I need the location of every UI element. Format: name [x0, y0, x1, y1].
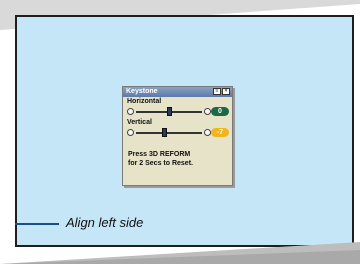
background-stripe-bottom [0, 242, 360, 264]
vertical-value: -7 [211, 128, 229, 137]
reset-instructions: Press 3D REFORM for 2 Secs to Reset. [123, 150, 232, 168]
decrease-icon[interactable] [127, 129, 134, 136]
horizontal-label: Horizontal [127, 98, 162, 105]
horizontal-value: 0 [211, 107, 229, 116]
note-line-1: Press 3D REFORM [128, 151, 191, 158]
vertical-label: Vertical [127, 119, 152, 126]
menu-icon[interactable]: ≡ [213, 88, 221, 95]
keystone-osd-menu: Keystone ≡ × Horizontal 0 Vertical -7 Pr… [122, 86, 233, 186]
increase-icon[interactable] [204, 108, 211, 115]
vertical-thumb[interactable] [161, 128, 167, 137]
osd-title-icons: ≡ × [213, 88, 230, 95]
osd-title: Keystone [126, 88, 158, 95]
callout-line [15, 223, 59, 225]
decrease-icon[interactable] [127, 108, 134, 115]
horizontal-slider[interactable]: 0 [123, 106, 232, 118]
osd-title-bar: Keystone ≡ × [123, 87, 232, 97]
increase-icon[interactable] [204, 129, 211, 136]
vertical-slider[interactable]: -7 [123, 127, 232, 139]
close-icon[interactable]: × [222, 88, 230, 95]
vertical-track[interactable] [136, 132, 202, 134]
note-line-2: for 2 Secs to Reset. [128, 160, 193, 167]
horizontal-thumb[interactable] [167, 107, 172, 116]
callout-text: Align left side [66, 215, 144, 230]
